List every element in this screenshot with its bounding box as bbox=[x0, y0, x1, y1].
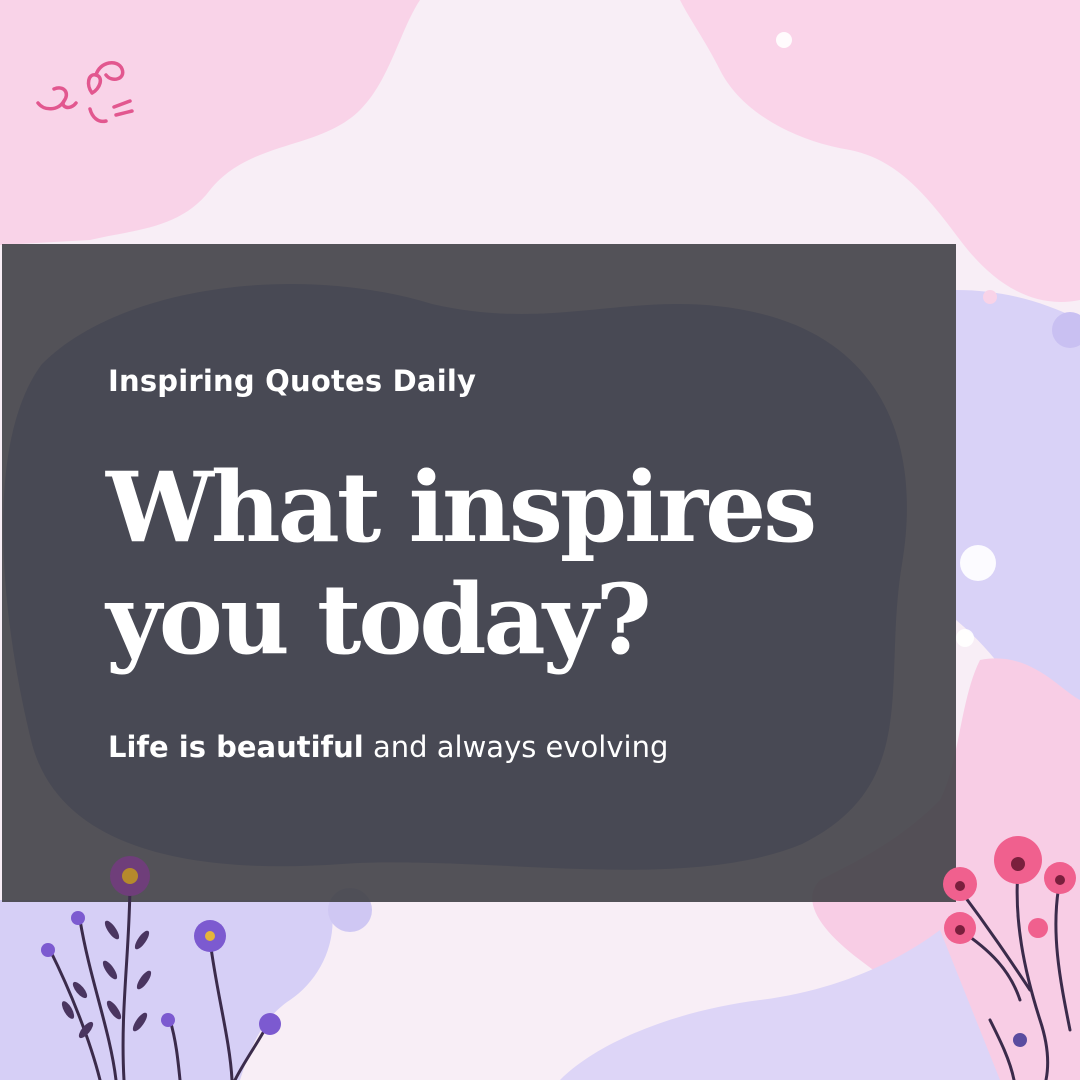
doodle-icon bbox=[36, 61, 134, 124]
tagline: Life is beautiful and always evolving bbox=[108, 730, 668, 764]
headline: What inspires you today? bbox=[106, 451, 817, 676]
flower-illustration-right bbox=[943, 836, 1076, 1080]
eyebrow-text: Inspiring Quotes Daily bbox=[108, 364, 477, 398]
tagline-bold: Life is beautiful bbox=[108, 730, 364, 764]
headline-line-2: you today? bbox=[106, 563, 652, 676]
tagline-rest: and always evolving bbox=[363, 730, 669, 764]
headline-line-1: What inspires bbox=[106, 451, 817, 564]
flower-illustration-left bbox=[41, 856, 281, 1080]
